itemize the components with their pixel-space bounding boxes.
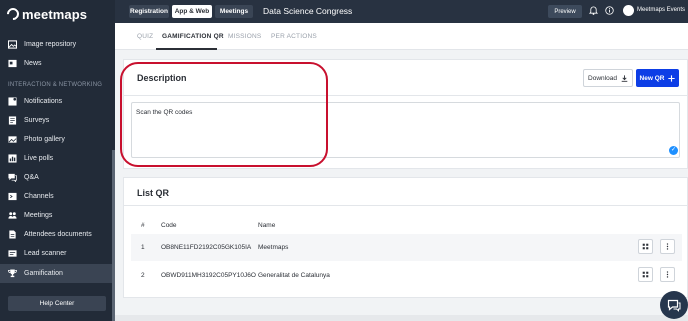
- row-menu-button[interactable]: [660, 239, 675, 254]
- qr-grid-button[interactable]: [638, 267, 653, 282]
- description-textarea[interactable]: Scan the QR codes: [131, 102, 680, 158]
- chat-icon: [667, 299, 681, 312]
- notification-icon: [8, 97, 17, 106]
- sidebar-item-label: Channels: [24, 193, 54, 200]
- sidebar-item-image-repository[interactable]: Image repository: [0, 35, 115, 54]
- sidebar-item-lead-scanner[interactable]: Lead scanner: [0, 244, 115, 263]
- chat-button[interactable]: [660, 291, 688, 319]
- news-icon: [8, 59, 17, 68]
- avatar[interactable]: [623, 5, 634, 16]
- description-card: Description Download New QR Scan the QR …: [123, 59, 688, 169]
- new-qr-button[interactable]: New QR: [636, 69, 679, 87]
- bell-icon[interactable]: [589, 6, 598, 15]
- divider: [124, 95, 688, 96]
- check-icon: ✓: [669, 146, 678, 155]
- subtabs-bar: QUIZ GAMIFICATION QR MISSIONS PER ACTION…: [115, 23, 688, 50]
- documents-icon: [9, 230, 16, 239]
- row-number: 1: [141, 244, 145, 251]
- sidebar-item-label: Attendees documents: [24, 231, 92, 238]
- tab-gamification-qr[interactable]: GAMIFICATION QR: [162, 33, 224, 40]
- tab-meetings[interactable]: Meetings: [215, 5, 253, 18]
- sidebar-item-attendees-documents[interactable]: Attendees documents: [0, 225, 115, 244]
- qa-icon: [8, 173, 17, 182]
- download-button[interactable]: Download: [583, 69, 633, 87]
- sidebar-item-gamification[interactable]: Gamification: [0, 264, 115, 283]
- top-bar: Registration App & Web Meetings Data Sci…: [115, 0, 688, 23]
- sidebar-item-label: News: [24, 60, 42, 67]
- sidebar-item-label: Gamification: [24, 270, 63, 277]
- sidebar-item-notifications[interactable]: Notifications: [0, 92, 115, 111]
- sidebar-item-channels[interactable]: Channels: [0, 187, 115, 206]
- sidebar-item-label: Q&A: [24, 174, 39, 181]
- channels-icon: [8, 192, 17, 201]
- column-header-number: #: [141, 222, 145, 229]
- more-vertical-icon: [666, 271, 669, 278]
- scanner-icon: [8, 250, 17, 257]
- sidebar-item-qa[interactable]: Q&A: [0, 168, 115, 187]
- active-tab-indicator: [156, 48, 217, 50]
- preview-button[interactable]: Preview: [548, 5, 582, 18]
- sidebar: meetmaps Image repository News INTERACTI…: [0, 0, 115, 321]
- tab-app-web[interactable]: App & Web: [172, 5, 212, 18]
- sidebar-item-news[interactable]: News: [0, 54, 115, 73]
- column-header-code: Code: [161, 222, 177, 229]
- column-header-name: Name: [258, 222, 276, 229]
- image-icon: [8, 40, 17, 49]
- help-center-button[interactable]: Help Center: [8, 296, 106, 311]
- sidebar-item-label: Image repository: [24, 41, 77, 48]
- row-code: OBWD911MH3192C05PY10J6O: [161, 272, 256, 279]
- poll-icon: [8, 154, 17, 163]
- row-name: Meetmaps: [258, 244, 289, 251]
- grid-icon: [642, 271, 649, 278]
- list-title: List QR: [137, 188, 170, 198]
- download-icon: [621, 74, 628, 82]
- grid-icon: [642, 243, 649, 250]
- qr-grid-button[interactable]: [638, 239, 653, 254]
- photo-icon: [8, 136, 17, 143]
- sidebar-item-label: Lead scanner: [24, 250, 67, 257]
- meetmaps-logo[interactable]: meetmaps: [4, 5, 88, 23]
- user-name[interactable]: Meetmaps Events: [637, 7, 685, 13]
- tab-quiz[interactable]: QUIZ: [137, 33, 153, 40]
- row-menu-button[interactable]: [660, 267, 675, 282]
- tab-per-actions[interactable]: PER ACTIONS: [271, 33, 317, 40]
- logo-text: meetmaps: [22, 6, 88, 22]
- plus-icon: [668, 74, 676, 82]
- sidebar-section-label: INTERACTION & NETWORKING: [8, 82, 103, 88]
- table-row: 1 OB8NE11FD2192C05GK105IA Meetmaps: [131, 234, 682, 261]
- logo-icon: [4, 5, 22, 23]
- sidebar-item-label: Meetings: [24, 212, 53, 219]
- tab-registration[interactable]: Registration: [129, 5, 169, 18]
- sidebar-scrollbar[interactable]: [112, 150, 115, 321]
- table-row: 2 OBWD911MH3192C05PY10J6O Generalitat de…: [131, 262, 682, 289]
- sidebar-item-label: Live polls: [24, 155, 54, 162]
- info-icon[interactable]: [605, 6, 614, 15]
- download-label: Download: [588, 74, 617, 82]
- divider: [124, 205, 688, 206]
- sidebar-item-photo-gallery[interactable]: Photo gallery: [0, 130, 115, 149]
- tab-missions[interactable]: MISSIONS: [228, 33, 261, 40]
- new-qr-label: New QR: [639, 74, 665, 82]
- list-qr-card: List QR # Code Name 1 OB8NE11FD2192C05GK…: [123, 177, 688, 298]
- row-name: Generalitat de Catalunya: [258, 272, 330, 279]
- sidebar-item-meetings[interactable]: Meetings: [0, 206, 115, 225]
- trophy-icon: [8, 269, 17, 278]
- event-title: Data Science Congress: [263, 6, 353, 16]
- row-number: 2: [141, 272, 145, 279]
- meetings-icon: [8, 212, 17, 219]
- more-vertical-icon: [666, 243, 669, 250]
- sidebar-item-live-polls[interactable]: Live polls: [0, 149, 115, 168]
- sidebar-item-label: Notifications: [24, 98, 63, 105]
- sidebar-item-surveys[interactable]: Surveys: [0, 111, 115, 130]
- row-code: OB8NE11FD2192C05GK105IA: [161, 244, 252, 251]
- description-title: Description: [137, 73, 187, 83]
- survey-icon: [8, 116, 17, 125]
- sidebar-item-label: Photo gallery: [24, 136, 65, 143]
- sidebar-item-label: Surveys: [24, 117, 50, 124]
- page-bottom-strip: [115, 315, 688, 321]
